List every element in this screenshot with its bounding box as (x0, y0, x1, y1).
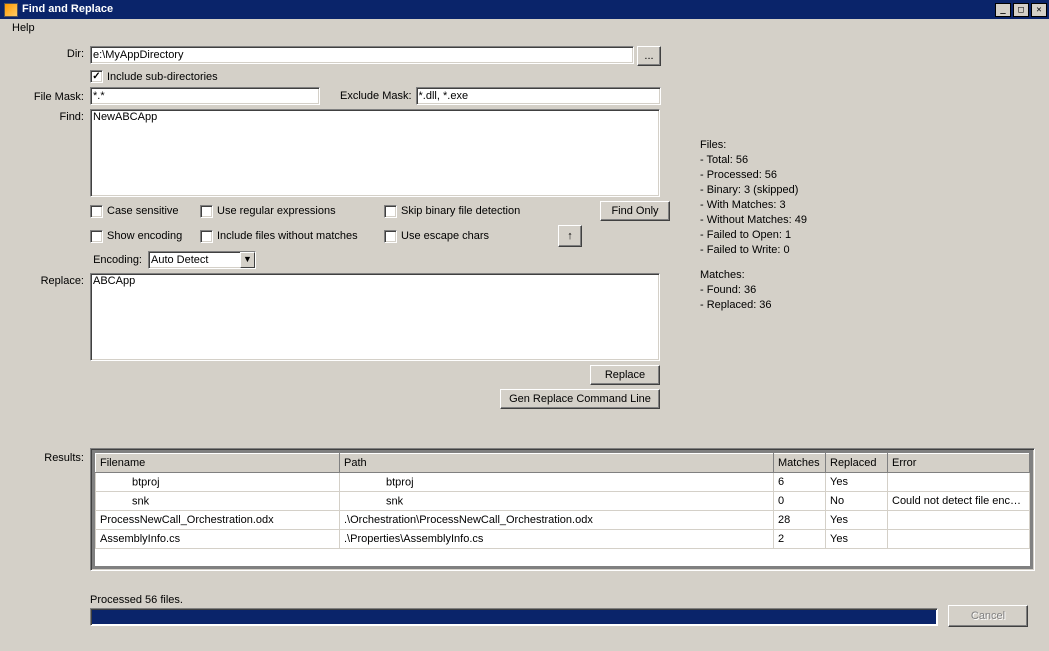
cancel-button[interactable]: Cancel (948, 605, 1028, 627)
table-row[interactable]: snksnk0NoCould not detect file encodi... (96, 492, 1030, 511)
show-encoding-checkbox[interactable] (90, 230, 103, 243)
minimize-button[interactable]: _ (995, 3, 1011, 17)
swap-arrow-button[interactable]: ↑ (558, 225, 582, 247)
window-title: Find and Replace (22, 0, 113, 19)
exclude-mask-input[interactable] (416, 87, 661, 105)
menu-bar: Help (0, 19, 1049, 38)
results-grid-container: Filename Path Matches Replaced Error btp… (90, 448, 1035, 571)
find-textarea[interactable] (90, 109, 660, 197)
results-header-row: Filename Path Matches Replaced Error (96, 454, 1030, 473)
stats-replaced: - Replaced: 36 (700, 298, 807, 313)
label-exclude-mask: Exclude Mask: (340, 90, 416, 102)
label-encoding: Encoding: (90, 254, 148, 266)
stats-failed-open: - Failed to Open: 1 (700, 228, 807, 243)
skip-binary-label: Skip binary file detection (401, 205, 520, 217)
replace-textarea[interactable] (90, 273, 660, 361)
stats-files-header: Files: (700, 138, 807, 153)
include-no-match-checkbox[interactable] (200, 230, 213, 243)
col-path[interactable]: Path (340, 454, 774, 473)
table-row[interactable]: btprojbtproj6Yes (96, 473, 1030, 492)
label-results: Results: (0, 452, 84, 464)
use-regex-label: Use regular expressions (217, 205, 336, 217)
case-sensitive-label: Case sensitive (107, 205, 179, 217)
status-text: Processed 56 files. (90, 594, 183, 606)
app-icon (4, 3, 18, 17)
col-error[interactable]: Error (888, 454, 1030, 473)
browse-button[interactable]: ... (637, 46, 661, 66)
results-table[interactable]: Filename Path Matches Replaced Error btp… (95, 453, 1030, 549)
stats-panel: Files: - Total: 56 - Processed: 56 - Bin… (700, 138, 807, 313)
stats-without-matches: - Without Matches: 49 (700, 213, 807, 228)
stats-with-matches: - With Matches: 3 (700, 198, 807, 213)
file-mask-input[interactable] (90, 87, 320, 105)
stats-failed-write: - Failed to Write: 0 (700, 243, 807, 258)
use-regex-checkbox[interactable] (200, 205, 213, 218)
stats-found: - Found: 36 (700, 283, 807, 298)
stats-total: - Total: 56 (700, 153, 807, 168)
skip-binary-checkbox[interactable] (384, 205, 397, 218)
case-sensitive-checkbox[interactable] (90, 205, 103, 218)
dir-input[interactable] (90, 46, 634, 64)
label-file-mask: File Mask: (6, 89, 90, 103)
include-subdirs-checkbox[interactable] (90, 70, 103, 83)
menu-help[interactable]: Help (6, 20, 41, 36)
label-dir: Dir: (6, 46, 90, 60)
col-filename[interactable]: Filename (96, 454, 340, 473)
close-button[interactable]: ✕ (1031, 3, 1047, 17)
stats-binary: - Binary: 3 (skipped) (700, 183, 807, 198)
col-replaced[interactable]: Replaced (826, 454, 888, 473)
find-only-button[interactable]: Find Only (600, 201, 670, 221)
use-escape-label: Use escape chars (401, 230, 489, 242)
gen-cmd-button[interactable]: Gen Replace Command Line (500, 389, 660, 409)
label-replace: Replace: (6, 273, 90, 287)
title-bar: Find and Replace _ □ ✕ (0, 0, 1049, 19)
stats-matches-header: Matches: (700, 268, 807, 283)
col-matches[interactable]: Matches (774, 454, 826, 473)
stats-processed: - Processed: 56 (700, 168, 807, 183)
include-subdirs-label: Include sub-directories (107, 71, 218, 83)
use-escape-checkbox[interactable] (384, 230, 397, 243)
include-no-match-label: Include files without matches (217, 230, 358, 242)
maximize-button[interactable]: □ (1013, 3, 1029, 17)
table-row[interactable]: ProcessNewCall_Orchestration.odx.\Orches… (96, 511, 1030, 530)
chevron-down-icon[interactable]: ▼ (240, 252, 255, 268)
table-row[interactable]: AssemblyInfo.cs.\Properties\AssemblyInfo… (96, 530, 1030, 549)
progress-bar (90, 608, 938, 626)
label-find: Find: (6, 109, 90, 123)
replace-button[interactable]: Replace (590, 365, 660, 385)
show-encoding-label: Show encoding (107, 230, 182, 242)
